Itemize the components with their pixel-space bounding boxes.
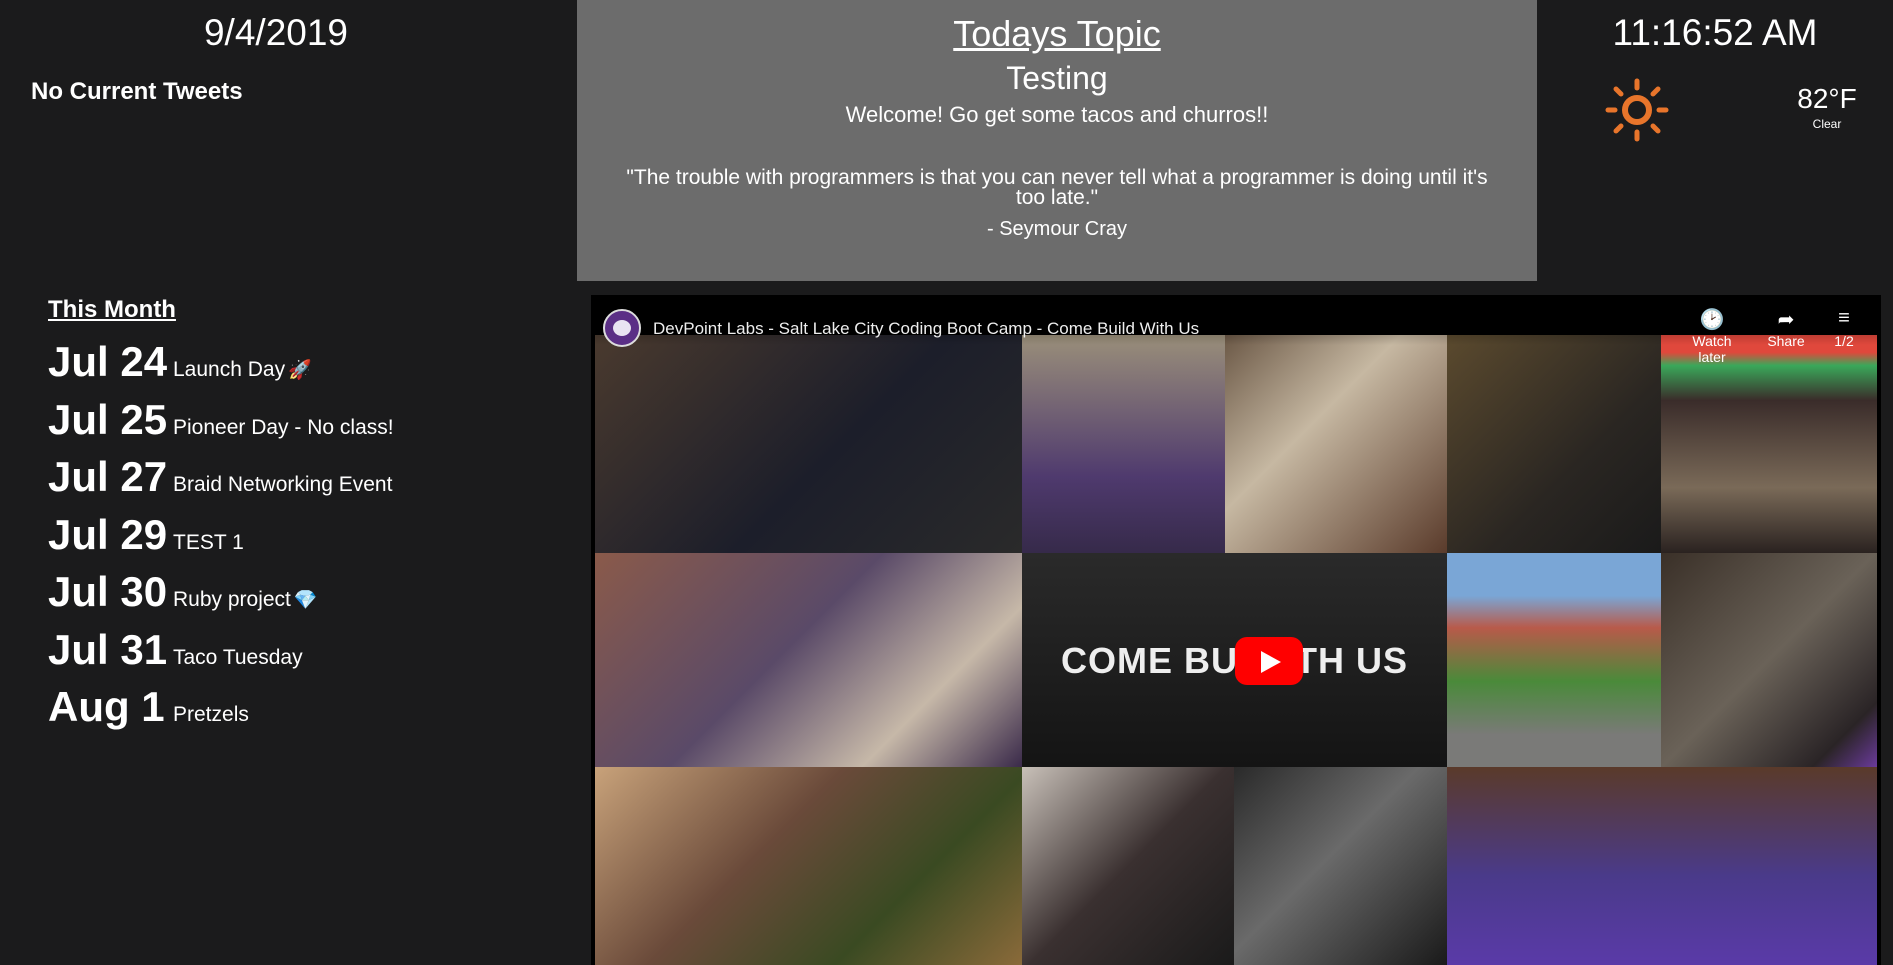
event-item: Jul 31 Taco Tuesday bbox=[48, 626, 394, 684]
event-item: Jul 29 TEST 1 bbox=[48, 511, 394, 569]
channel-avatar[interactable] bbox=[603, 309, 641, 347]
video-header: DevPoint Labs - Salt Lake City Coding Bo… bbox=[591, 295, 1881, 365]
event-date: Jul 24 bbox=[48, 338, 168, 385]
watch-later-label: Watch later bbox=[1692, 333, 1732, 365]
event-date: Jul 25 bbox=[48, 395, 168, 443]
quote-author: - Seymour Cray bbox=[986, 218, 1128, 240]
rocket-icon: 🚀 bbox=[288, 360, 312, 381]
youtube-player[interactable]: COME BU WITH US DevPoint Labs - Salt Lak… bbox=[591, 295, 1881, 965]
watch-later-button[interactable]: 🕑 Watch later bbox=[1677, 307, 1747, 365]
clock-icon: 🕑 bbox=[1699, 309, 1725, 331]
video-title[interactable]: DevPoint Labs - Salt Lake City Coding Bo… bbox=[653, 319, 1199, 339]
month-title: This Month bbox=[48, 296, 176, 323]
event-date: Jul 30 bbox=[48, 568, 168, 615]
event-title: Braid Networking Event bbox=[173, 473, 393, 496]
event-title: Launch Day bbox=[173, 358, 286, 381]
event-item: Aug 1 Pretzels bbox=[48, 683, 394, 741]
left-panel: 9/4/2019 No Current Tweets This Month Ju… bbox=[0, 0, 552, 965]
current-time: 11:16:52 AM bbox=[1612, 12, 1818, 53]
event-date: Jul 29 bbox=[48, 510, 168, 558]
sun-icon bbox=[1605, 78, 1669, 142]
event-date: Jul 31 bbox=[48, 625, 168, 673]
temperature: 82°F bbox=[1797, 83, 1857, 114]
event-title: Pioneer Day - No class! bbox=[173, 415, 394, 439]
weather-condition: Clear bbox=[1812, 117, 1842, 131]
quote-text: "The trouble with programmers is that yo… bbox=[626, 166, 1488, 209]
event-date: Aug 1 bbox=[48, 683, 165, 730]
event-item: Jul 24 Launch Day 🚀 bbox=[48, 338, 394, 396]
event-title: Pretzels bbox=[173, 703, 249, 726]
gem-icon: 💎 bbox=[293, 590, 318, 611]
right-panel: 11:16:52 AM 82°F Clear bbox=[1537, 0, 1893, 281]
event-item: Jul 25 Pioneer Day - No class! bbox=[48, 396, 394, 454]
share-label: Share bbox=[1767, 333, 1805, 349]
topic-panel: Todays Topic Testing Welcome! Go get som… bbox=[577, 0, 1537, 281]
event-item: Jul 30 Ruby project 💎 bbox=[48, 568, 394, 626]
event-title: TEST 1 bbox=[173, 530, 244, 554]
playlist-button[interactable]: ≡ 1/2 bbox=[1809, 307, 1879, 349]
event-item: Jul 27 Braid Networking Event bbox=[48, 453, 394, 511]
play-button[interactable] bbox=[1235, 637, 1303, 685]
playlist-label: 1/2 bbox=[1834, 333, 1854, 349]
playlist-icon: ≡ bbox=[1838, 307, 1850, 329]
topic-heading: Todays Topic bbox=[953, 13, 1161, 54]
topic-subject: Testing bbox=[1006, 60, 1108, 96]
event-list: Jul 24 Launch Day 🚀 Jul 25 Pioneer Day - … bbox=[48, 338, 394, 741]
welcome-message: Welcome! Go get some tacos and churros!! bbox=[845, 102, 1269, 127]
tweets-status: No Current Tweets bbox=[31, 78, 243, 105]
event-title: Ruby project bbox=[173, 588, 291, 611]
event-date: Jul 27 bbox=[48, 453, 168, 500]
event-title: Taco Tuesday bbox=[173, 645, 303, 669]
current-date: 9/4/2019 bbox=[203, 12, 349, 53]
